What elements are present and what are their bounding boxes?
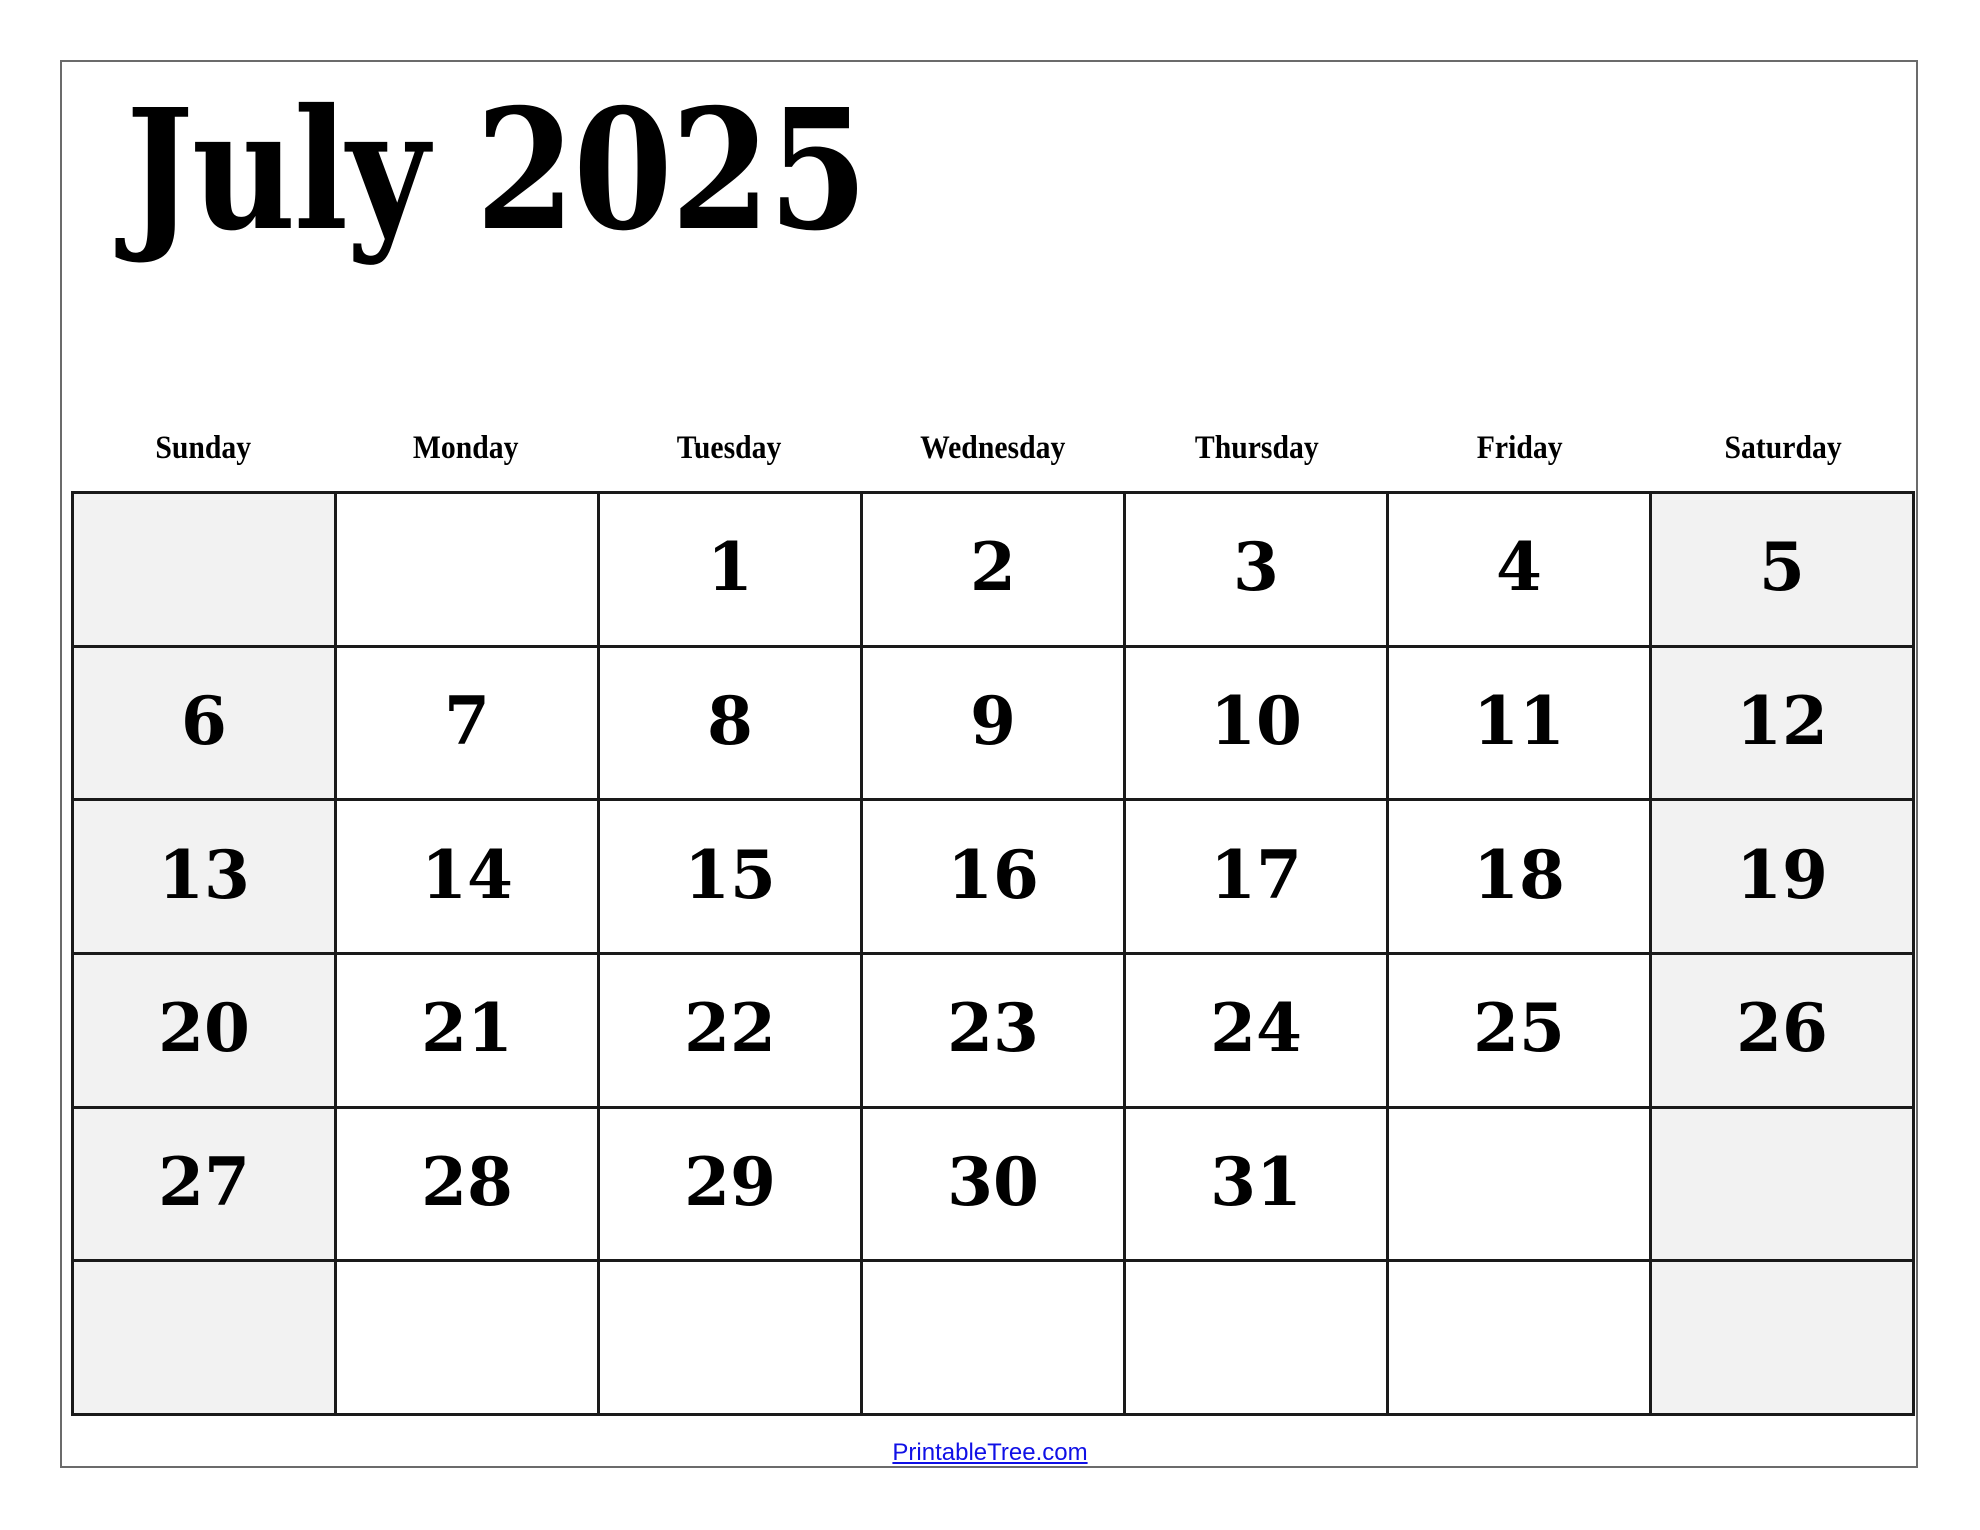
day-cell: 1 [600,494,860,645]
day-cell: 16 [863,801,1123,952]
day-number: 26 [1736,989,1828,1068]
day-cell: 9 [863,647,1123,799]
day-number: 10 [1210,681,1302,760]
calendar-grid: 1 2 3 4 5 6 7 8 9 10 11 12 13 14 15 16 17 18 19 20 21 22 23 24 2… [71,491,1915,1416]
weekday-wednesday: Wednesday [861,425,1124,471]
day-number: 20 [158,989,250,1068]
day-cell: 13 [74,801,334,952]
day-cell: 27 [74,1108,334,1260]
day-cell: 5 [1652,494,1912,645]
day-number: 16 [947,835,1039,914]
day-number: 13 [158,835,250,914]
day-cell: 8 [600,647,860,799]
day-cell: 21 [337,955,597,1106]
empty-day-cell [74,494,334,645]
weekday-label: Wednesday [920,430,1066,466]
day-cell: 15 [600,801,860,952]
day-number: 19 [1736,835,1828,914]
day-number: 28 [421,1142,513,1221]
day-number: 15 [684,835,776,914]
weekday-tuesday: Tuesday [598,425,861,471]
day-number: 6 [181,681,227,760]
calendar-title: July 2025 [126,73,868,268]
day-cell: 28 [337,1108,597,1260]
day-number: 21 [421,989,513,1068]
empty-day-cell [1652,1108,1912,1260]
day-number: 29 [684,1142,776,1221]
empty-day-cell [1389,1262,1649,1413]
weekday-header-row: Sunday Monday Tuesday Wednesday Thursday… [71,425,1915,471]
empty-day-cell [600,1262,860,1413]
day-number: 24 [1210,989,1302,1068]
day-cell: 17 [1126,801,1386,952]
footer: PrintableTree.com [0,1438,1980,1468]
day-cell: 4 [1389,494,1649,645]
empty-day-cell [1389,1108,1649,1260]
day-cell: 29 [600,1108,860,1260]
day-cell: 6 [74,647,334,799]
day-number: 27 [158,1142,250,1221]
day-cell: 18 [1389,801,1649,952]
weekday-label: Sunday [154,430,251,466]
weekday-label: Friday [1476,430,1563,466]
empty-day-cell [337,1262,597,1413]
day-number: 8 [707,681,753,760]
weekday-label: Saturday [1724,430,1842,466]
day-number: 11 [1473,681,1565,760]
day-cell: 25 [1389,955,1649,1106]
day-number: 12 [1736,681,1828,760]
day-number: 2 [970,528,1016,607]
weekday-sunday: Sunday [71,425,334,471]
day-number: 22 [684,989,776,1068]
empty-day-cell [1652,1262,1912,1413]
empty-day-cell [74,1262,334,1413]
day-cell: 12 [1652,647,1912,799]
day-cell: 30 [863,1108,1123,1260]
weekday-monday: Monday [334,425,597,471]
day-number: 3 [1233,528,1279,607]
empty-day-cell [863,1262,1123,1413]
day-number: 31 [1210,1142,1302,1221]
day-number: 17 [1210,835,1302,914]
day-cell: 31 [1126,1108,1386,1260]
day-cell: 19 [1652,801,1912,952]
day-cell: 24 [1126,955,1386,1106]
day-cell: 3 [1126,494,1386,645]
weekday-label: Monday [413,430,519,466]
empty-day-cell [1126,1262,1386,1413]
day-cell: 14 [337,801,597,952]
day-cell: 22 [600,955,860,1106]
printabletree-link[interactable]: PrintableTree.com [892,1439,1087,1466]
day-number: 1 [707,528,753,607]
day-cell: 20 [74,955,334,1106]
weekday-saturday: Saturday [1652,425,1915,471]
weekday-label: Thursday [1194,430,1319,466]
day-number: 23 [947,989,1039,1068]
day-number: 14 [421,835,513,914]
day-number: 18 [1473,835,1565,914]
day-cell: 26 [1652,955,1912,1106]
day-number: 25 [1473,989,1565,1068]
day-cell: 7 [337,647,597,799]
day-cell: 23 [863,955,1123,1106]
day-cell: 2 [863,494,1123,645]
day-number: 30 [947,1142,1039,1221]
day-cell: 11 [1389,647,1649,799]
weekday-friday: Friday [1388,425,1651,471]
empty-day-cell [337,494,597,645]
day-number: 4 [1496,528,1542,607]
weekday-label: Tuesday [677,430,782,466]
day-number: 9 [970,681,1016,760]
day-number: 7 [444,681,490,760]
weekday-thursday: Thursday [1125,425,1388,471]
day-cell: 10 [1126,647,1386,799]
day-number: 5 [1759,528,1805,607]
